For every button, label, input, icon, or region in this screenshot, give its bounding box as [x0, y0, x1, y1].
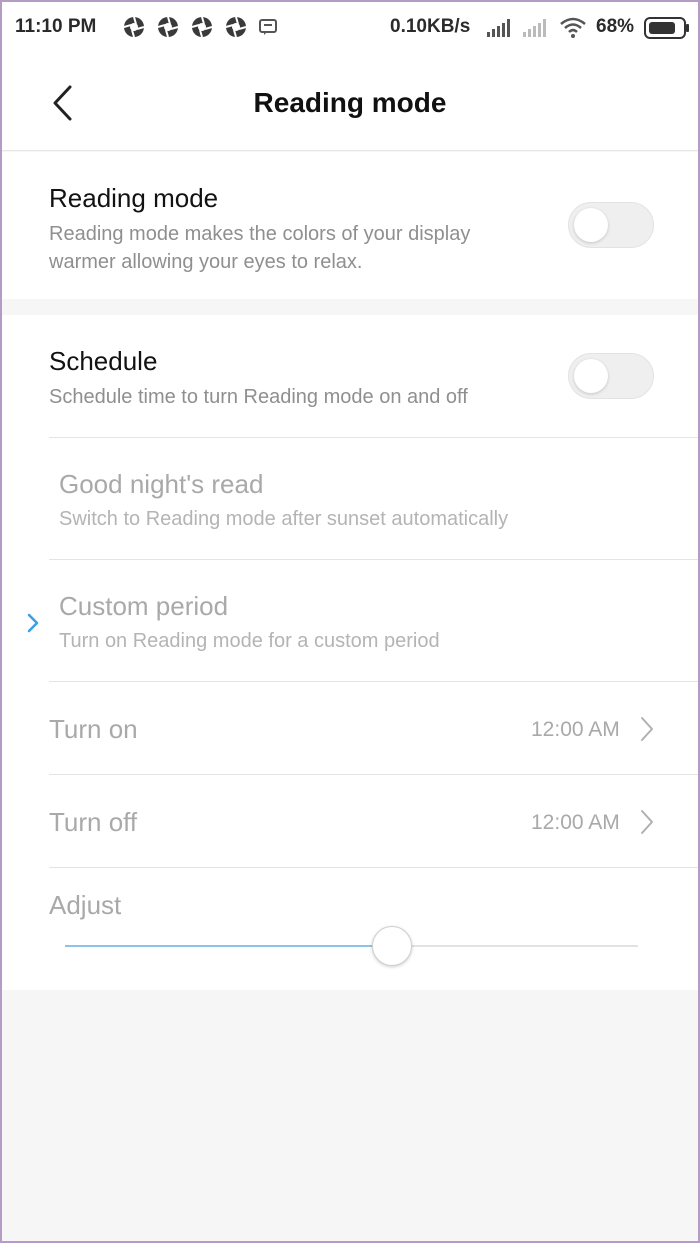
adjust-label: Adjust — [49, 890, 122, 920]
option-title: Good night's read — [59, 469, 264, 499]
chevron-right-icon — [641, 810, 653, 834]
option-title: Custom period — [59, 591, 229, 621]
reading-mode-toggle[interactable] — [568, 202, 654, 248]
reading-mode-description-line1: Reading mode makes the colors of your di… — [49, 223, 471, 245]
wifi-icon — [560, 17, 586, 38]
turn-off-row[interactable]: Turn off 12:00 AM — [2, 775, 698, 867]
selected-chevron-icon — [27, 613, 39, 633]
reading-mode-card: Reading mode Reading mode makes the colo… — [2, 152, 698, 299]
option-custom-period[interactable]: Custom period Turn on Reading mode for a… — [2, 560, 698, 681]
option-description: Turn on Reading mode for a custom period — [59, 630, 440, 652]
network-speed: 0.10KB/s — [390, 16, 471, 37]
schedule-card: Schedule Schedule time to turn Reading m… — [2, 315, 698, 990]
turn-off-time: 12:00 AM — [531, 811, 620, 834]
message-icon — [259, 19, 277, 35]
phone-screen: 11:10 PM 0.10KB/s 68% Reading mode Readi… — [0, 0, 700, 1243]
chevron-right-icon — [641, 717, 653, 741]
aperture-icon — [157, 16, 179, 38]
toggle-knob — [574, 359, 608, 393]
option-good-nights-read[interactable]: Good night's read Switch to Reading mode… — [2, 438, 698, 559]
status-bar: 11:10 PM 0.10KB/s 68% — [2, 2, 698, 56]
adjust-slider-fill — [65, 945, 392, 947]
turn-off-label: Turn off — [49, 807, 138, 837]
adjust-slider-thumb[interactable] — [371, 926, 412, 966]
schedule-description: Schedule time to turn Reading mode on an… — [49, 386, 468, 408]
page-title: Reading mode — [253, 87, 447, 118]
turn-on-time: 12:00 AM — [531, 718, 620, 741]
schedule-title: Schedule — [49, 346, 158, 376]
battery-percent: 68% — [596, 16, 635, 37]
toggle-knob — [574, 208, 608, 242]
signal-icon — [487, 19, 510, 37]
status-time: 11:10 PM — [15, 16, 97, 37]
divider — [49, 867, 698, 868]
aperture-icon — [123, 16, 145, 38]
schedule-toggle[interactable] — [568, 353, 654, 399]
option-description: Switch to Reading mode after sunset auto… — [59, 508, 509, 530]
reading-mode-description-line2: warmer allowing your eyes to relax. — [49, 251, 363, 273]
turn-on-row[interactable]: Turn on 12:00 AM — [2, 682, 698, 774]
turn-on-label: Turn on — [49, 714, 138, 744]
no-signal-icon — [523, 19, 546, 37]
aperture-icon — [225, 16, 247, 38]
reading-mode-title: Reading mode — [49, 183, 219, 213]
battery-icon — [644, 17, 689, 39]
notification-icons — [122, 15, 278, 39]
aperture-icon — [191, 16, 213, 38]
app-header: Reading mode — [2, 56, 698, 151]
